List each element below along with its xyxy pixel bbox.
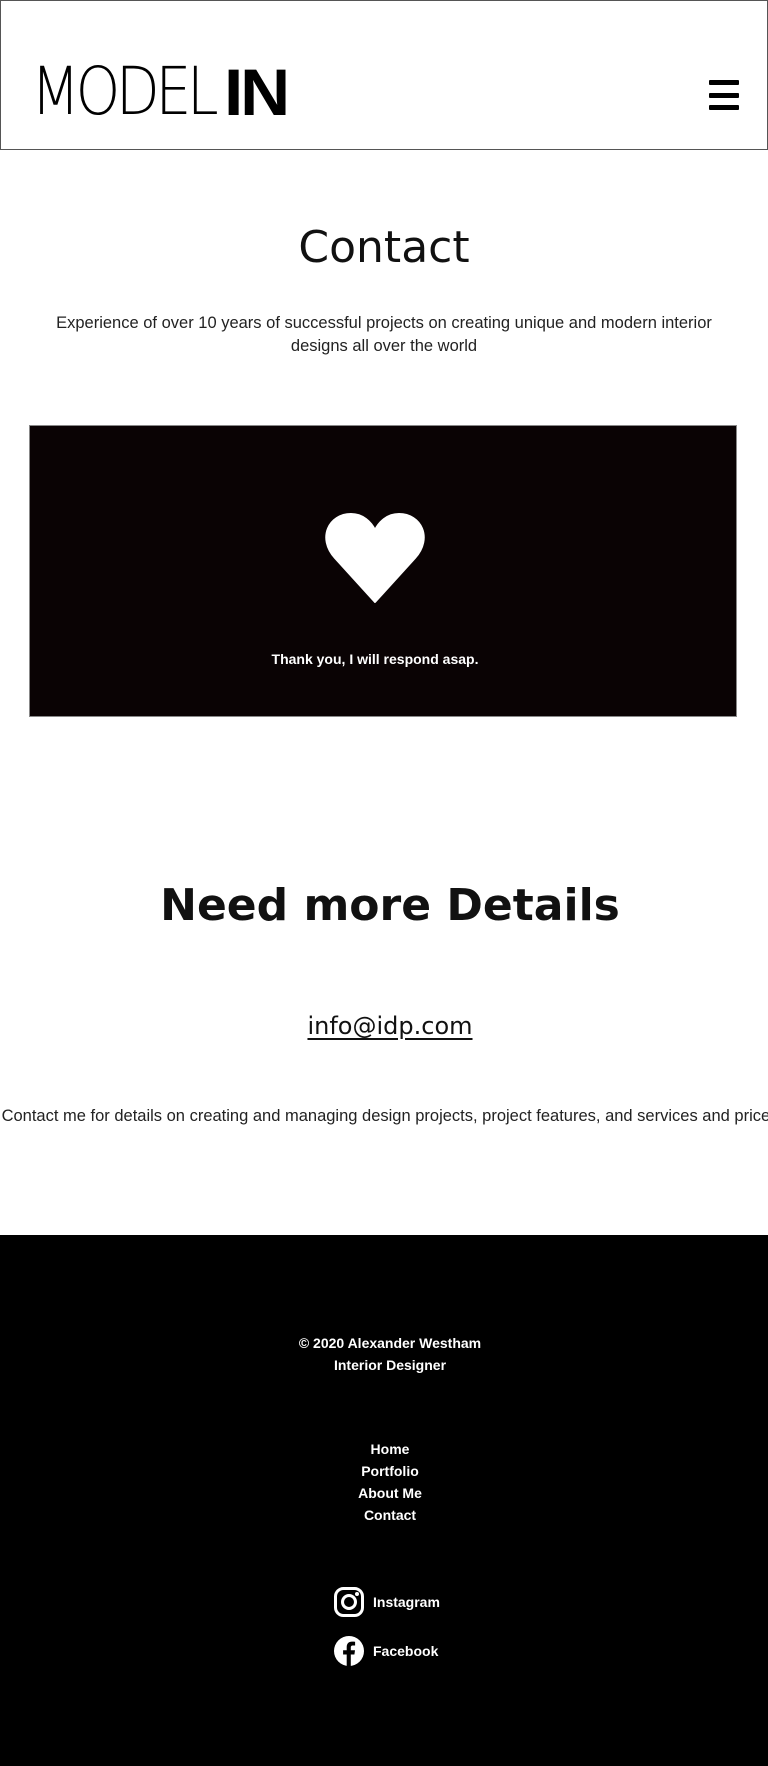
hamburger-menu-icon[interactable]: [709, 80, 739, 110]
footer-link-contact[interactable]: Contact: [0, 1507, 768, 1523]
instagram-link[interactable]: Instagram: [333, 1586, 440, 1618]
page-title: Contact: [298, 222, 470, 273]
instagram-icon: [334, 1587, 364, 1617]
facebook-icon: [334, 1636, 364, 1666]
hamburger-bar: [709, 80, 739, 85]
hamburger-bar: [709, 92, 739, 98]
instagram-label: Instagram: [373, 1594, 440, 1610]
confirmation-message: Thank you, I will respond asap.: [271, 651, 479, 667]
designer-role: Interior Designer: [333, 1357, 447, 1373]
footer-link-portfolio[interactable]: Portfolio: [0, 1463, 768, 1479]
footer-link-home[interactable]: Home: [0, 1441, 768, 1457]
heart-icon: [325, 513, 425, 603]
email-link[interactable]: info@idp.com: [0, 1012, 768, 1040]
site-header: MODEL IN: [0, 0, 768, 150]
logo-bold-text: IN: [224, 55, 290, 129]
logo[interactable]: MODEL IN: [31, 59, 290, 126]
logo-thin-text: MODEL: [31, 53, 219, 130]
facebook-link[interactable]: Facebook: [333, 1635, 438, 1667]
hamburger-bar: [709, 105, 739, 110]
copyright: © 2020 Alexander Westham: [298, 1335, 482, 1351]
details-text: Contact me for details on creating and m…: [1, 1107, 768, 1125]
details-title: Need more Details: [160, 880, 620, 931]
page-subtitle: Experience of over 10 years of successfu…: [56, 314, 712, 355]
facebook-label: Facebook: [373, 1643, 439, 1659]
footer-link-about-me[interactable]: About Me: [0, 1485, 768, 1501]
site-footer: © 2020 Alexander Westham Interior Design…: [0, 1235, 768, 1766]
